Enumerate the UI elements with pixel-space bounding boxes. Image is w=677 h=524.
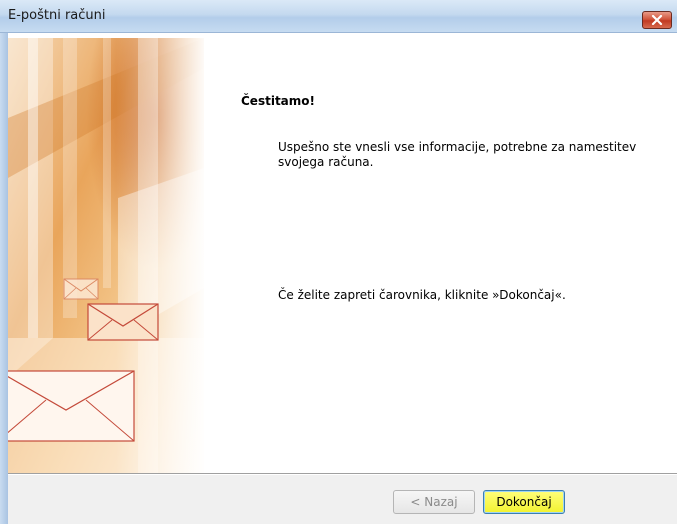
large-envelope-icon: [8, 370, 135, 442]
window-frame-left: [0, 33, 8, 524]
small-envelope-icon: [63, 278, 99, 300]
close-icon: [651, 15, 663, 25]
back-button[interactable]: < Nazaj: [393, 490, 475, 514]
success-message: Uspešno ste vnesli vse informacije, potr…: [278, 140, 637, 169]
wizard-content: Čestitamo! Uspešno ste vnesli vse inform…: [204, 38, 677, 473]
finish-instruction: Če želite zapreti čarovnika, kliknite »D…: [278, 288, 566, 302]
button-bar: [8, 475, 677, 524]
title-bar[interactable]: E-poštni računi: [0, 0, 677, 33]
close-button[interactable]: [642, 11, 672, 29]
wizard-dialog: E-poštni računi Čestitamo! Uspešno ste v…: [0, 0, 677, 524]
envelope-artwork: [8, 38, 204, 473]
medium-envelope-icon: [87, 303, 159, 341]
page-title: Čestitamo!: [241, 94, 315, 108]
finish-button[interactable]: Dokončaj: [483, 490, 565, 514]
window-title: E-poštni računi: [8, 8, 106, 23]
wizard-banner-image: [8, 38, 204, 473]
